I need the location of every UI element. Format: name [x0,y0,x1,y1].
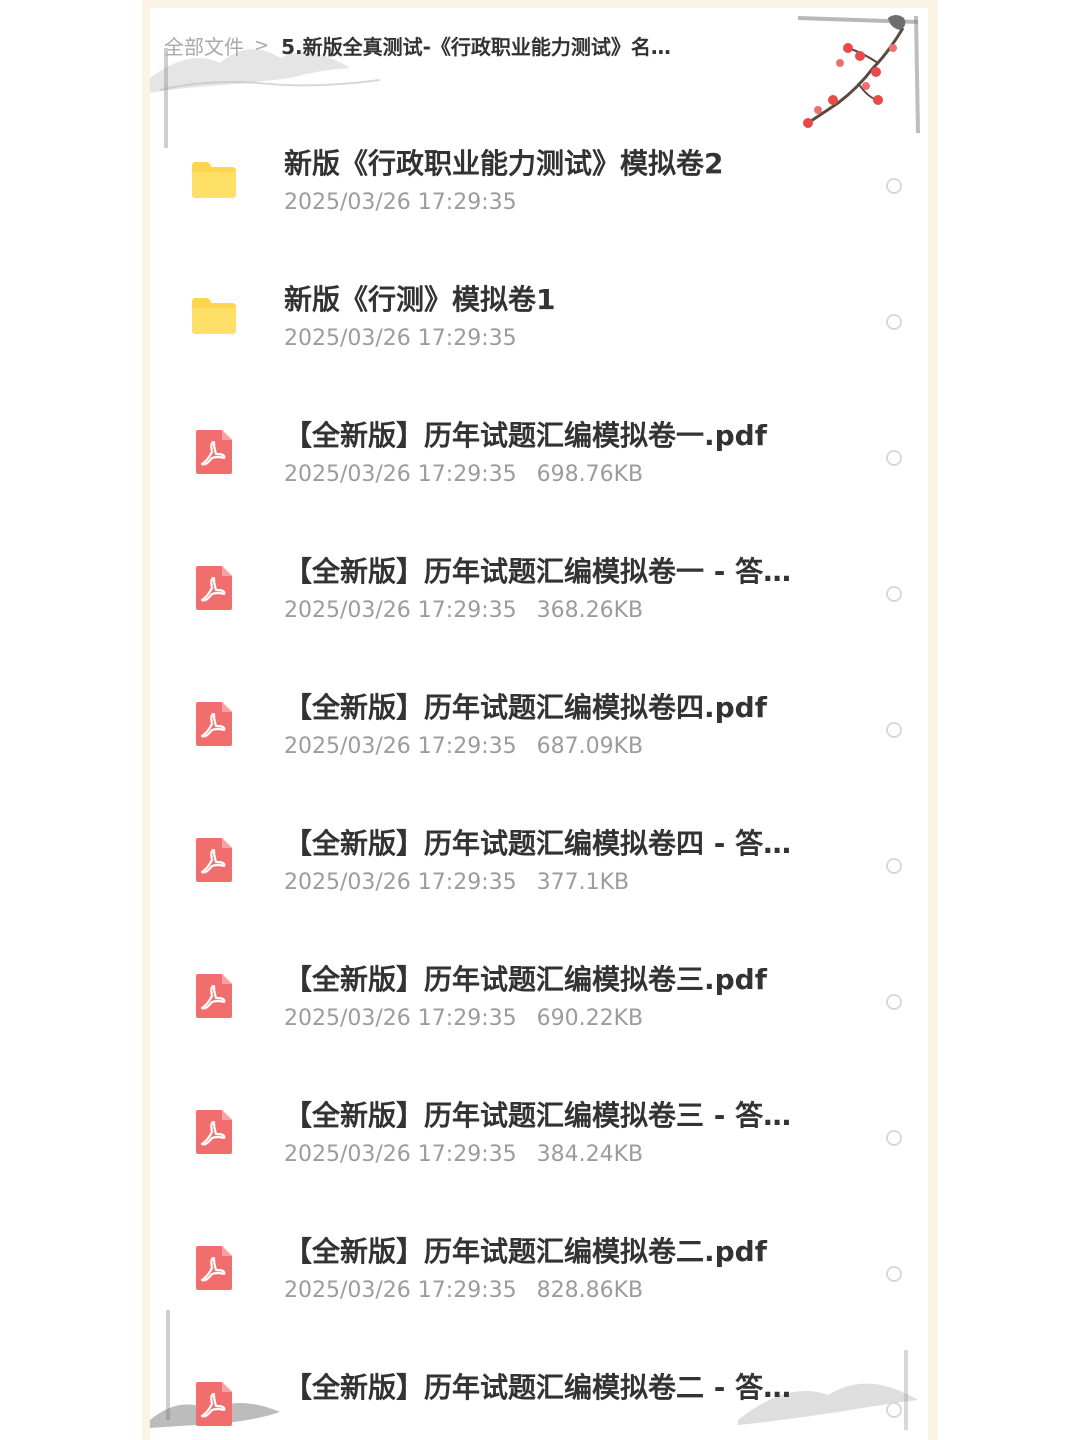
list-item[interactable]: 【全新版】历年试题汇编模拟卷一 - 答… 2025/03/26 17:29:35… [150,528,928,664]
pdf-icon [196,566,232,610]
list-item[interactable]: 【全新版】历年试题汇编模拟卷二.pdf 2025/03/26 17:29:35 8… [150,1208,928,1344]
list-item[interactable]: 【全新版】历年试题汇编模拟卷三.pdf 2025/03/26 17:29:35 6… [150,936,928,1072]
file-name: 【全新版】历年试题汇编模拟卷四.pdf [284,691,767,724]
file-name: 【全新版】历年试题汇编模拟卷三 - 答… [284,1099,792,1132]
pdf-icon [196,702,232,746]
breadcrumb: 全部文件 > 5.新版全真测试-《行政职业能力测试》名… [164,30,671,60]
pdf-icon [196,1382,232,1426]
breadcrumb-current-folder: 5.新版全真测试-《行政职业能力测试》名… [281,34,671,59]
file-name: 新版《行测》模拟卷1 [284,283,556,316]
file-name: 新版《行政职业能力测试》模拟卷2 [284,147,724,180]
file-meta: 2025/03/26 17:29:35 384.24KB [284,1142,643,1167]
file-size: 690.22KB [536,1006,644,1031]
file-meta: 2025/03/26 17:29:35 377.1KB [284,870,629,895]
select-radio[interactable] [886,722,902,738]
file-list: 新版《行政职业能力测试》模拟卷2 2025/03/26 17:29:35 新版《… [150,120,928,1440]
list-item[interactable]: 【全新版】历年试题汇编模拟卷一.pdf 2025/03/26 17:29:35 6… [150,392,928,528]
breadcrumb-root-link[interactable]: 全部文件 [164,31,244,60]
file-browser-panel: 全部文件 > 5.新版全真测试-《行政职业能力测试》名… 新版《行政职业能力测试… [150,8,928,1440]
list-item[interactable]: 【全新版】历年试题汇编模拟卷四.pdf 2025/03/26 17:29:35 6… [150,664,928,800]
select-radio[interactable] [886,994,902,1010]
file-date: 2025/03/26 17:29:35 [284,190,517,215]
list-item[interactable]: 【全新版】历年试题汇编模拟卷三 - 答… 2025/03/26 17:29:35… [150,1072,928,1208]
file-name: 【全新版】历年试题汇编模拟卷一.pdf [284,419,767,452]
file-meta: 2025/03/26 17:29:35 [284,190,537,215]
select-radio[interactable] [886,1130,902,1146]
pdf-icon [196,1110,232,1154]
pdf-icon [196,974,232,1018]
file-meta: 2025/03/26 17:29:35 [284,326,537,351]
select-radio[interactable] [886,314,902,330]
file-meta: 2025/03/26 17:29:35 687.09KB [284,734,643,759]
file-name: 【全新版】历年试题汇编模拟卷三.pdf [284,963,767,996]
file-date: 2025/03/26 17:29:35 [284,1006,517,1031]
list-item[interactable]: 新版《行政职业能力测试》模拟卷2 2025/03/26 17:29:35 [150,120,928,256]
file-date: 2025/03/26 17:29:35 [284,326,517,351]
select-radio[interactable] [886,586,902,602]
file-size: 384.24KB [536,1142,644,1167]
file-size: 368.26KB [536,598,644,623]
pdf-icon [196,430,232,474]
breadcrumb-separator: > [254,34,270,56]
file-size: 687.09KB [536,734,644,759]
file-size: 828.86KB [536,1278,644,1303]
list-item[interactable]: 【全新版】历年试题汇编模拟卷二 - 答… [150,1344,928,1440]
pdf-icon [196,838,232,882]
file-name: 【全新版】历年试题汇编模拟卷四 - 答… [284,827,792,860]
folder-icon [192,298,236,334]
file-date: 2025/03/26 17:29:35 [284,598,517,623]
list-item[interactable]: 【全新版】历年试题汇编模拟卷四 - 答… 2025/03/26 17:29:35… [150,800,928,936]
file-size: 377.1KB [536,870,630,895]
pdf-icon [196,1246,232,1290]
file-date: 2025/03/26 17:29:35 [284,462,517,487]
file-meta: 2025/03/26 17:29:35 368.26KB [284,598,643,623]
folder-icon [192,162,236,198]
file-name: 【全新版】历年试题汇编模拟卷二.pdf [284,1235,767,1268]
file-name: 【全新版】历年试题汇编模拟卷一 - 答… [284,555,792,588]
select-radio[interactable] [886,1266,902,1282]
select-radio[interactable] [886,178,902,194]
file-date: 2025/03/26 17:29:35 [284,734,517,759]
file-date: 2025/03/26 17:29:35 [284,870,517,895]
file-name: 【全新版】历年试题汇编模拟卷二 - 答… [284,1371,792,1404]
file-date: 2025/03/26 17:29:35 [284,1142,517,1167]
file-meta [284,1414,304,1439]
select-radio[interactable] [886,450,902,466]
file-meta: 2025/03/26 17:29:35 828.86KB [284,1278,643,1303]
file-meta: 2025/03/26 17:29:35 698.76KB [284,462,643,487]
select-radio[interactable] [886,1402,902,1418]
file-meta: 2025/03/26 17:29:35 690.22KB [284,1006,643,1031]
file-date: 2025/03/26 17:29:35 [284,1278,517,1303]
file-size: 698.76KB [536,462,644,487]
select-radio[interactable] [886,858,902,874]
list-item[interactable]: 新版《行测》模拟卷1 2025/03/26 17:29:35 [150,256,928,392]
